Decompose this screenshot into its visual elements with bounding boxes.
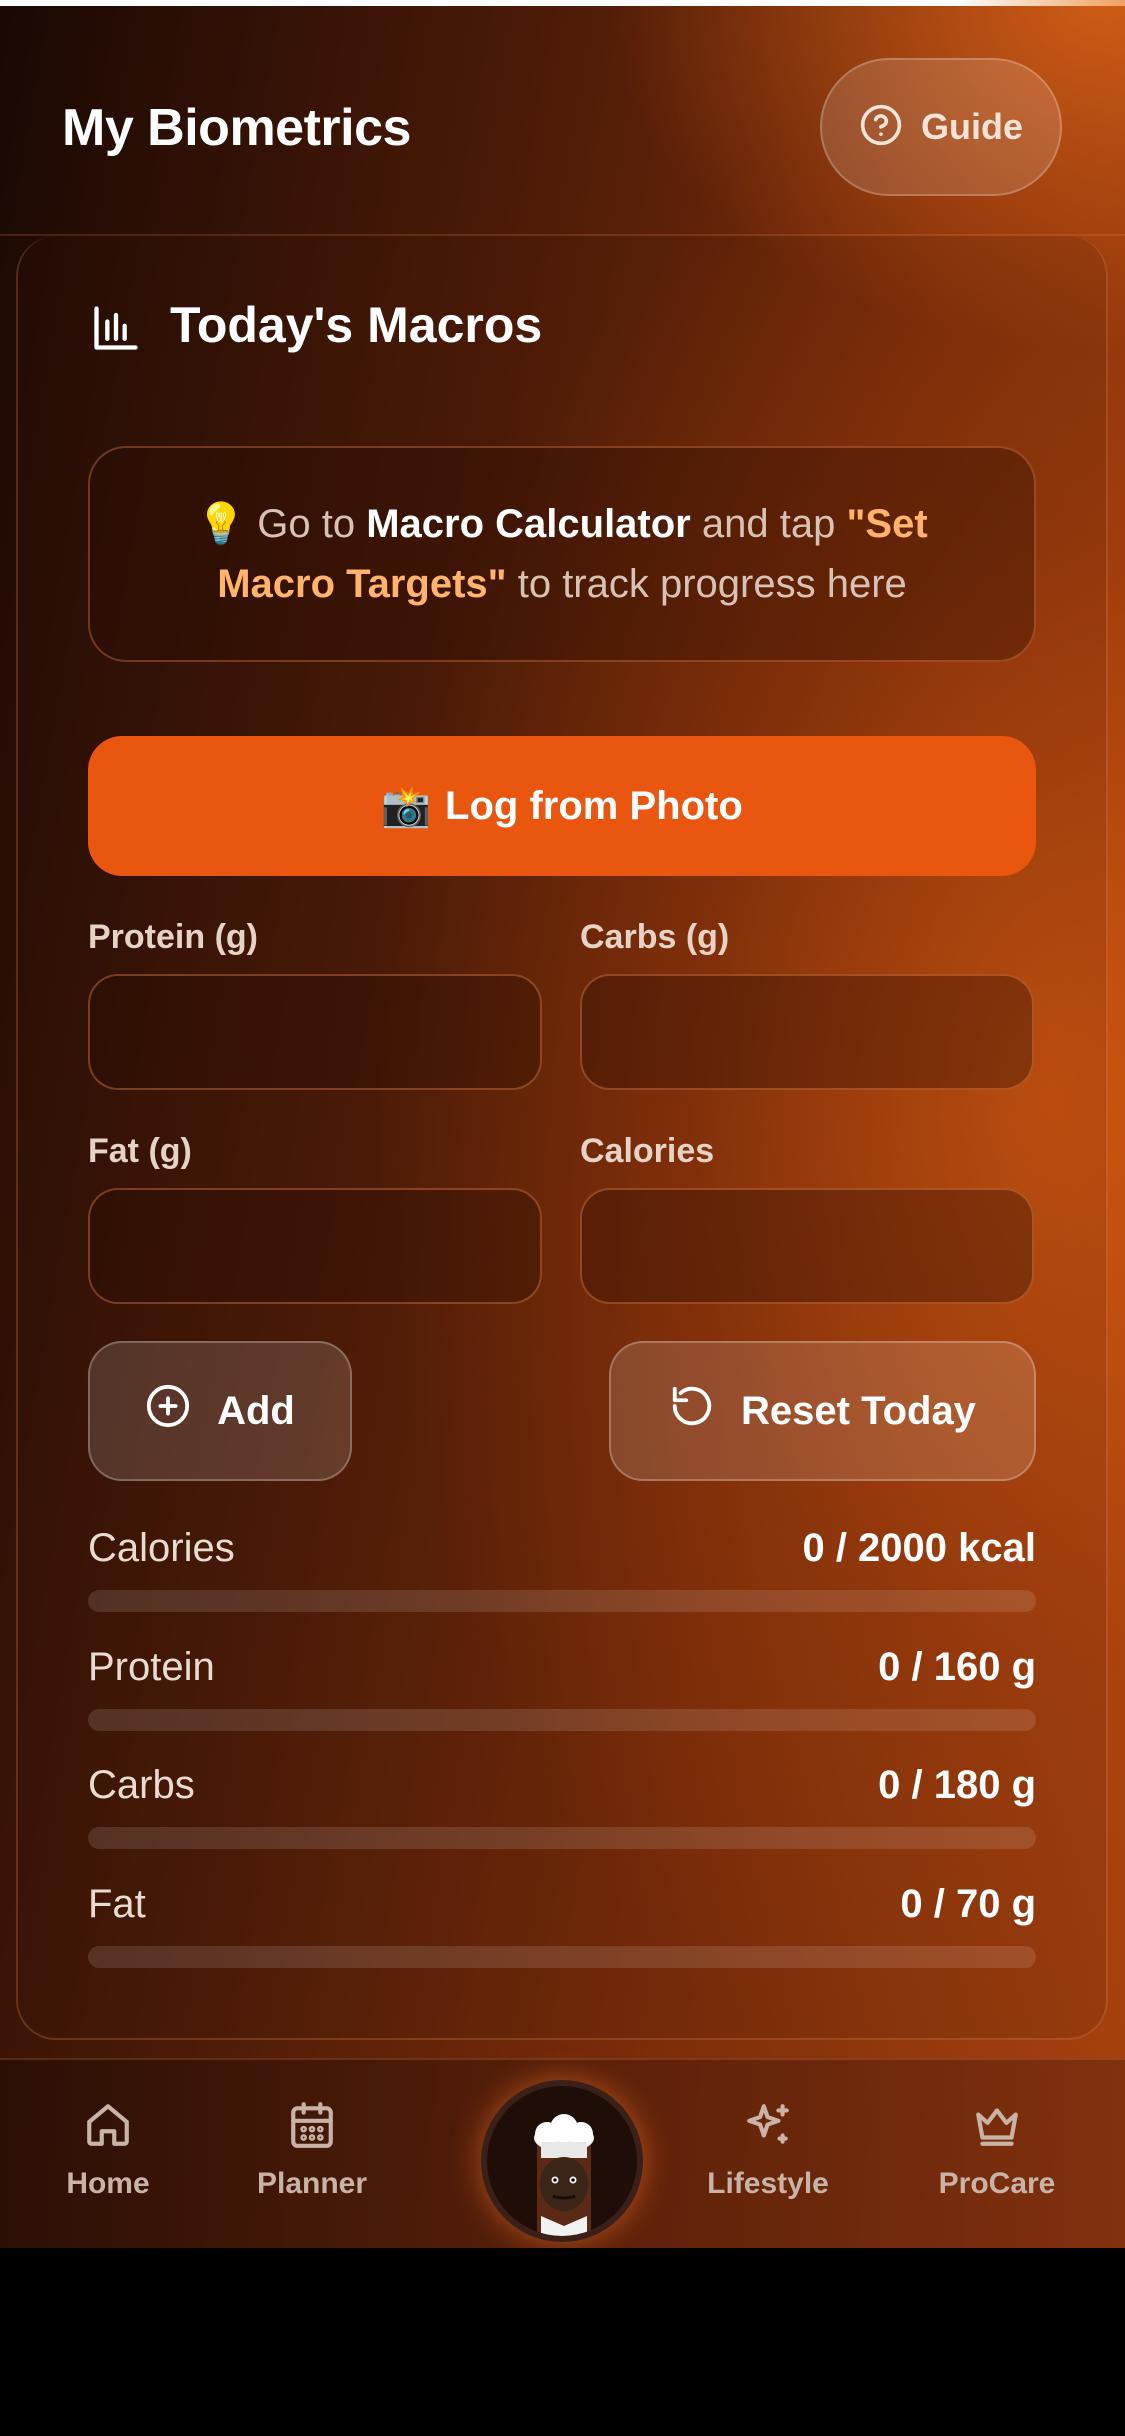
tip-macro-calculator: Macro Calculator (366, 502, 691, 546)
progress-bar (88, 1827, 1036, 1849)
app-header: My Biometrics Guide (0, 6, 1125, 236)
progress-bar (88, 1709, 1036, 1731)
nav-lifestyle[interactable]: Lifestyle (668, 2100, 868, 2201)
carbs-label: Carbs (g) (580, 918, 730, 956)
stat-label: Fat (88, 1882, 146, 1926)
home-indicator-area (0, 2248, 1125, 2436)
calories-input[interactable] (580, 1188, 1034, 1304)
bar-chart-icon (90, 302, 142, 359)
log-from-photo-button[interactable]: 📸 Log from Photo (88, 736, 1036, 876)
add-button[interactable]: Add (88, 1341, 352, 1481)
stat-value: 0 / 180 g (878, 1763, 1036, 1807)
stat-value: 0 / 160 g (878, 1645, 1036, 1689)
page-title: My Biometrics (62, 99, 411, 157)
card-title: Today's Macros (170, 297, 543, 353)
fat-label: Fat (g) (88, 1132, 192, 1170)
tip-text-3: to track progress here (506, 562, 907, 606)
carbs-input[interactable] (580, 974, 1034, 1090)
tip-text: Go to (257, 502, 367, 546)
lightbulb-icon: 💡 (196, 502, 247, 546)
nav-procare[interactable]: ProCare (897, 2100, 1097, 2201)
fat-input[interactable] (88, 1188, 542, 1304)
add-label: Add (217, 1388, 295, 1433)
protein-label: Protein (g) (88, 918, 258, 956)
nav-planner-label: Planner (256, 2167, 368, 2200)
protein-input[interactable] (88, 974, 542, 1090)
tip-text-2: and tap (690, 502, 847, 546)
macro-tip-text: 💡 Go to Macro Calculator and tap "Set Ma… (140, 494, 984, 614)
stat-label: Carbs (88, 1763, 195, 1807)
stat-value: 0 / 2000 kcal (802, 1526, 1036, 1570)
reset-today-label: Reset Today (741, 1388, 976, 1433)
nav-home-label: Home (66, 2167, 150, 2200)
chef-avatar (534, 2114, 594, 2236)
sparkles-icon (743, 2100, 793, 2155)
calendar-icon (287, 2100, 337, 2155)
nav-home[interactable]: Home (8, 2100, 208, 2201)
nav-planner[interactable]: Planner (212, 2100, 412, 2201)
stat-label: Protein (88, 1645, 215, 1689)
help-circle-icon (859, 103, 903, 152)
screen: My Biometrics Guide Today's Macros 💡 Go … (0, 0, 1125, 2250)
guide-button[interactable]: Guide (820, 58, 1062, 196)
stat-value: 0 / 70 g (900, 1882, 1036, 1926)
guide-label: Guide (920, 106, 1023, 147)
stat-label: Calories (88, 1526, 235, 1570)
crown-icon (972, 2100, 1022, 2155)
nav-procare-label: ProCare (938, 2167, 1056, 2200)
calories-label: Calories (580, 1132, 715, 1170)
macro-tip: 💡 Go to Macro Calculator and tap "Set Ma… (88, 446, 1036, 662)
chef-avatar-button[interactable] (481, 2080, 643, 2242)
progress-bar (88, 1946, 1036, 1968)
nav-lifestyle-label: Lifestyle (707, 2167, 829, 2200)
camera-flash-icon: 📸 (381, 784, 432, 829)
progress-bar (88, 1590, 1036, 1612)
plus-circle-icon (145, 1383, 191, 1439)
home-icon (83, 2100, 133, 2155)
rotate-ccw-icon (669, 1383, 715, 1439)
reset-today-button[interactable]: Reset Today (609, 1341, 1036, 1481)
log-from-photo-label: Log from Photo (445, 783, 743, 828)
